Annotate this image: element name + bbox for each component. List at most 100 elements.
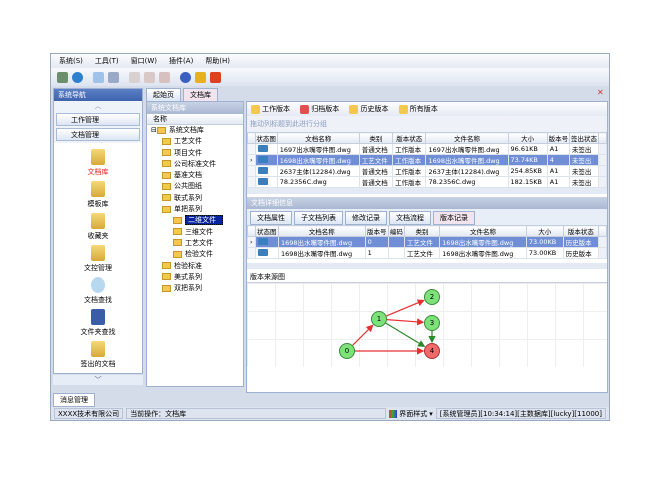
detail-tab[interactable]: 文档属性 — [250, 211, 292, 225]
power-icon[interactable] — [210, 71, 221, 83]
graph-node[interactable]: 4 — [424, 343, 440, 359]
graph-node[interactable]: 1 — [371, 311, 387, 327]
column-header[interactable]: 版本号 — [546, 132, 570, 144]
nav-group-work[interactable]: 工作管理 — [56, 113, 140, 126]
table-cell: 工艺文件 — [403, 236, 441, 248]
column-header[interactable]: 大小 — [525, 225, 564, 237]
nav-item-checked-out[interactable]: 签出的文档 — [54, 341, 142, 369]
nav-item-doclib[interactable]: 文档库 — [54, 149, 142, 177]
version-table-hscroll[interactable] — [247, 263, 607, 269]
work-version-button[interactable]: 工作版本 — [251, 104, 290, 114]
scroll-up-button[interactable]: ︿ — [54, 101, 142, 111]
layout-icon[interactable] — [108, 71, 119, 83]
tree-node[interactable]: 公共图纸 — [151, 181, 243, 192]
table-cell: 4 — [546, 154, 570, 166]
row-indicator: › — [247, 154, 256, 166]
column-header[interactable]: 状态图 — [254, 132, 278, 144]
status-cell — [254, 143, 278, 155]
nav-item-templates[interactable]: 模板库 — [54, 181, 142, 209]
scroll-down-button[interactable]: ﹀ — [53, 375, 143, 385]
history-version-button[interactable]: 历史版本 — [349, 104, 388, 114]
column-header[interactable]: 版本状态 — [392, 132, 427, 144]
column-header[interactable]: 版本号 — [364, 225, 389, 237]
tree-node[interactable]: 双把系列 — [151, 283, 243, 294]
tab-doclib[interactable]: 文档库 — [183, 88, 218, 102]
menu-plugins[interactable]: 插件(A) — [169, 56, 193, 66]
nav-group-docs[interactable]: 文档管理 — [56, 128, 140, 141]
tree-node[interactable]: 工艺文件 — [151, 136, 243, 147]
archive-icon — [300, 104, 310, 114]
binoculars-icon — [91, 309, 105, 325]
graph-edge — [385, 322, 426, 347]
doc-remove-icon[interactable] — [159, 71, 170, 83]
column-header[interactable]: 版本状态 — [562, 225, 600, 237]
nav-item-control[interactable]: 文控管理 — [54, 245, 142, 273]
tree-node[interactable]: 检验文件 — [151, 249, 243, 260]
doc-red-icon[interactable] — [129, 71, 140, 83]
table-cell: 工作版本 — [392, 154, 427, 166]
tab-start[interactable]: 起始页 — [146, 88, 181, 102]
graph-node[interactable]: 0 — [339, 343, 355, 359]
tree-node[interactable]: 公司标准文件 — [151, 159, 243, 170]
tree-root[interactable]: ⊟ 系统文档库 — [151, 125, 243, 136]
nav-item-search-doc[interactable]: 文档查找 — [54, 277, 142, 305]
detail-tab[interactable]: 子文档列表 — [294, 211, 343, 225]
style-dropdown[interactable]: 界面样式 ▾ — [389, 409, 433, 419]
all-versions-button[interactable]: 所有版本 — [398, 104, 438, 114]
table-row[interactable]: 1698出水嘴零件图.dwg 1 工艺文件 1698出水嘴零件图.dwg 73.00KB… — [247, 247, 607, 259]
tab-messages[interactable]: 消息管理 — [53, 393, 95, 407]
table-row[interactable]: 78.2356C.dwg 普通文档 工作版本 78.2356C.dwg 182.15KB… — [247, 176, 607, 188]
folder-icon — [162, 160, 171, 168]
column-header[interactable]: 文档名称 — [277, 225, 366, 237]
column-header[interactable]: 编码 — [387, 225, 405, 237]
lock-icon[interactable] — [195, 71, 206, 83]
graph-node[interactable]: 2 — [424, 289, 440, 305]
scrollbar[interactable] — [598, 132, 607, 144]
menu-tools[interactable]: 工具(T) — [95, 56, 119, 66]
connect-icon[interactable] — [57, 71, 68, 83]
close-tab-icon[interactable]: ✕ — [597, 88, 607, 98]
table-row[interactable]: 1697出水嘴零件图.dwg 普通文档 工作版本 1697出水嘴零件图.dwg 96.6… — [247, 143, 607, 155]
nav-item-search-folder[interactable]: 文件夹查找 — [54, 309, 142, 337]
tree-node[interactable]: 三维文件 — [151, 227, 243, 238]
tree-node[interactable]: 项目文件 — [151, 148, 243, 159]
tree-node[interactable]: 单把系列 — [151, 204, 243, 215]
doc-table-hscroll[interactable] — [247, 188, 607, 194]
menu-window[interactable]: 窗口(W) — [131, 56, 157, 66]
tree-node[interactable]: 二维文件 — [151, 215, 243, 226]
tree-node[interactable]: 美式系列 — [151, 272, 243, 283]
doc-add-icon[interactable] — [144, 71, 155, 83]
status-company: XXXX技术有限公司 — [54, 408, 124, 419]
column-header[interactable]: 类别 — [358, 132, 394, 144]
detail-tab[interactable]: 文档流程 — [389, 211, 431, 225]
tree-node[interactable]: 基准文档 — [151, 170, 243, 181]
detail-tab[interactable]: 修改记录 — [345, 211, 387, 225]
column-header[interactable]: 签出状态 — [568, 132, 600, 144]
menu-system[interactable]: 系统(S) — [59, 56, 83, 66]
globe-icon[interactable] — [72, 71, 83, 83]
graph-node[interactable]: 3 — [424, 315, 440, 331]
column-header[interactable]: 文档名称 — [276, 132, 360, 144]
table-row[interactable]: › 1698出水嘴零件图.dwg 工艺文件 工作版本 1698出水嘴零件图.dwg 73.… — [247, 154, 607, 166]
row-indicator — [247, 143, 256, 155]
archive-version-button[interactable]: 归档版本 — [300, 104, 339, 114]
tree-node[interactable]: 工艺文件 — [151, 238, 243, 249]
help-icon[interactable] — [180, 71, 191, 83]
column-header[interactable]: 类别 — [403, 225, 441, 237]
window-icon[interactable] — [93, 71, 104, 83]
tree-node[interactable]: 联式系列 — [151, 193, 243, 204]
folder-icon — [162, 171, 171, 179]
tree-node[interactable]: 检验标准 — [151, 261, 243, 272]
nav-item-favorites[interactable]: 收藏夹 — [54, 213, 142, 241]
scrollbar[interactable] — [598, 225, 607, 237]
table-row[interactable]: 2637主体(12284).dwg 普通文档 工作版本 2637主体(12284).d… — [247, 165, 607, 177]
column-header[interactable]: 大小 — [507, 132, 548, 144]
table-cell: 78.2356C.dwg — [425, 176, 509, 188]
column-header[interactable]: 状态图 — [254, 225, 279, 237]
detail-tab[interactable]: 版本记录 — [433, 211, 475, 225]
column-header[interactable]: 文件名称 — [439, 225, 527, 237]
menu-help[interactable]: 帮助(H) — [205, 56, 230, 66]
table-row[interactable]: › 1698出水嘴零件图.dwg 0 工艺文件 1698出水嘴零件图.dwg 73.00K… — [247, 236, 607, 248]
column-header[interactable]: 文件名称 — [425, 132, 509, 144]
folder-icon — [156, 126, 166, 134]
